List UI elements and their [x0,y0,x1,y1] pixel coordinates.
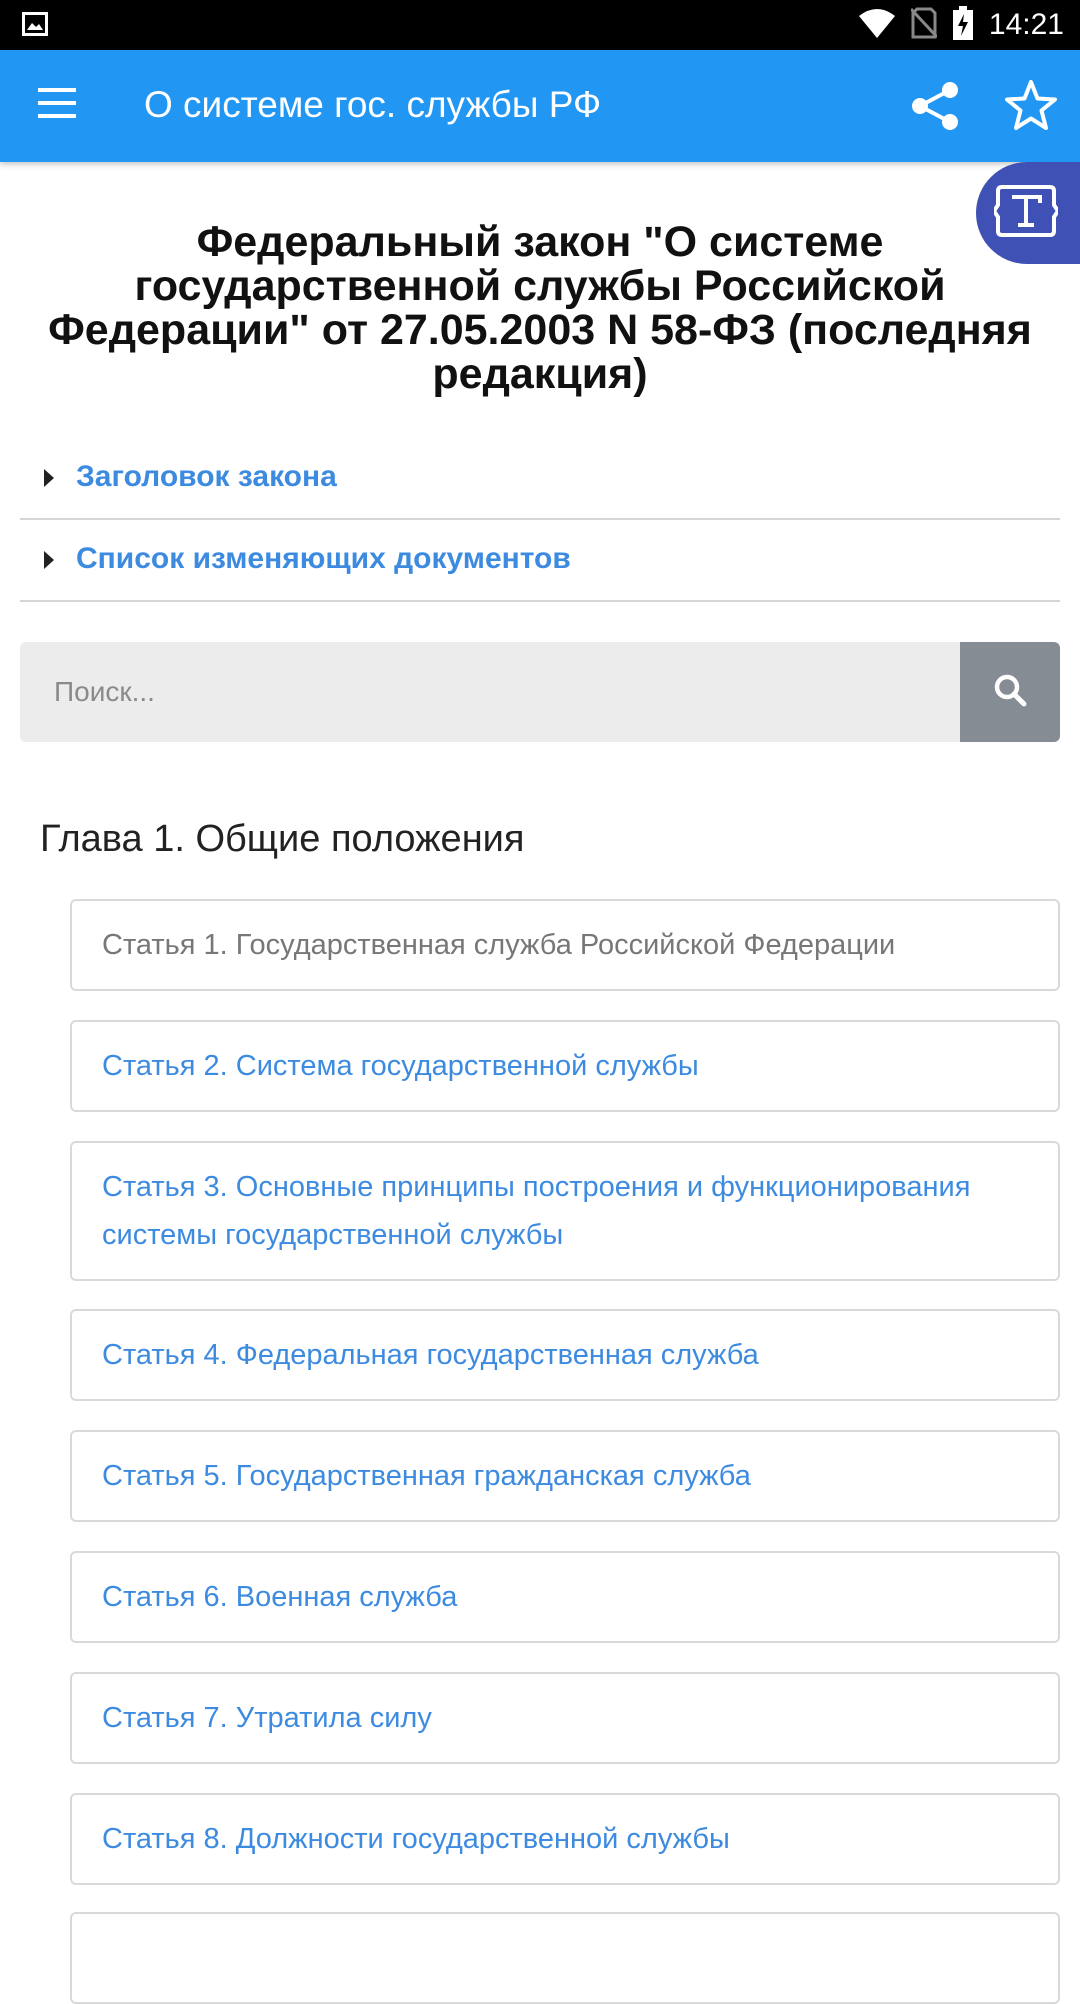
document-title: Федеральный закон "О системе государстве… [48,218,1032,398]
article-item[interactable]: Статья 7. Утратила силу [70,1672,1060,1764]
menu-icon[interactable] [38,88,76,120]
article-label: Статья 8. Должности государственной служ… [102,1823,730,1855]
clock: 14:21 [988,8,1064,41]
battery-charging-icon [952,5,973,45]
article-item-partial[interactable] [70,1912,1060,2004]
share-icon[interactable] [910,80,962,137]
expander-label: Список изменяющих документов [76,542,571,575]
search-input[interactable] [20,642,960,742]
search-bar [20,642,1060,742]
caret-right-icon [44,551,54,569]
star-icon[interactable] [1003,78,1059,139]
app-bar: О системе гос. службы РФ [0,50,1080,162]
article-label: Статья 7. Утратила силу [102,1702,432,1734]
article-label: Статья 4. Федеральная государственная сл… [102,1339,759,1371]
caret-right-icon [44,469,54,487]
article-label: Статья 5. Государственная гражданская сл… [102,1460,751,1492]
wifi-icon [858,8,895,43]
article-item[interactable]: Статья 4. Федеральная государственная сл… [70,1309,1060,1401]
status-bar: 14:21 [0,0,1080,50]
search-icon [993,673,1027,712]
chapter-title: Глава 1. Общие положения [40,818,525,860]
article-label: Статья 2. Система государственной службы [102,1050,699,1082]
article-item[interactable]: Статья 2. Система государственной службы [70,1020,1060,1112]
no-sim-icon [909,7,939,44]
search-button[interactable] [960,642,1060,742]
article-item[interactable]: Статья 8. Должности государственной служ… [70,1793,1060,1885]
article-label: Статья 6. Военная служба [102,1581,458,1613]
article-label: Статья 3. Основные принципы построения и… [102,1171,971,1251]
app-title: О системе гос. службы РФ [144,84,602,125]
article-item[interactable]: Статья 6. Военная служба [70,1551,1060,1643]
article-item[interactable]: Статья 5. Государственная гражданская сл… [70,1430,1060,1522]
article-item[interactable]: Статья 3. Основные принципы построения и… [70,1141,1060,1281]
article-label: Статья 1. Государственная служба Российс… [102,929,896,961]
article-item[interactable]: Статья 1. Государственная служба Российс… [70,899,1060,991]
expander-label: Заголовок закона [76,460,337,493]
expander-changing-documents[interactable]: Список изменяющих документов [20,520,1060,602]
status-icons: 14:21 [858,0,1064,50]
expander-law-header[interactable]: Заголовок закона [20,438,1060,520]
image-icon [22,12,48,41]
